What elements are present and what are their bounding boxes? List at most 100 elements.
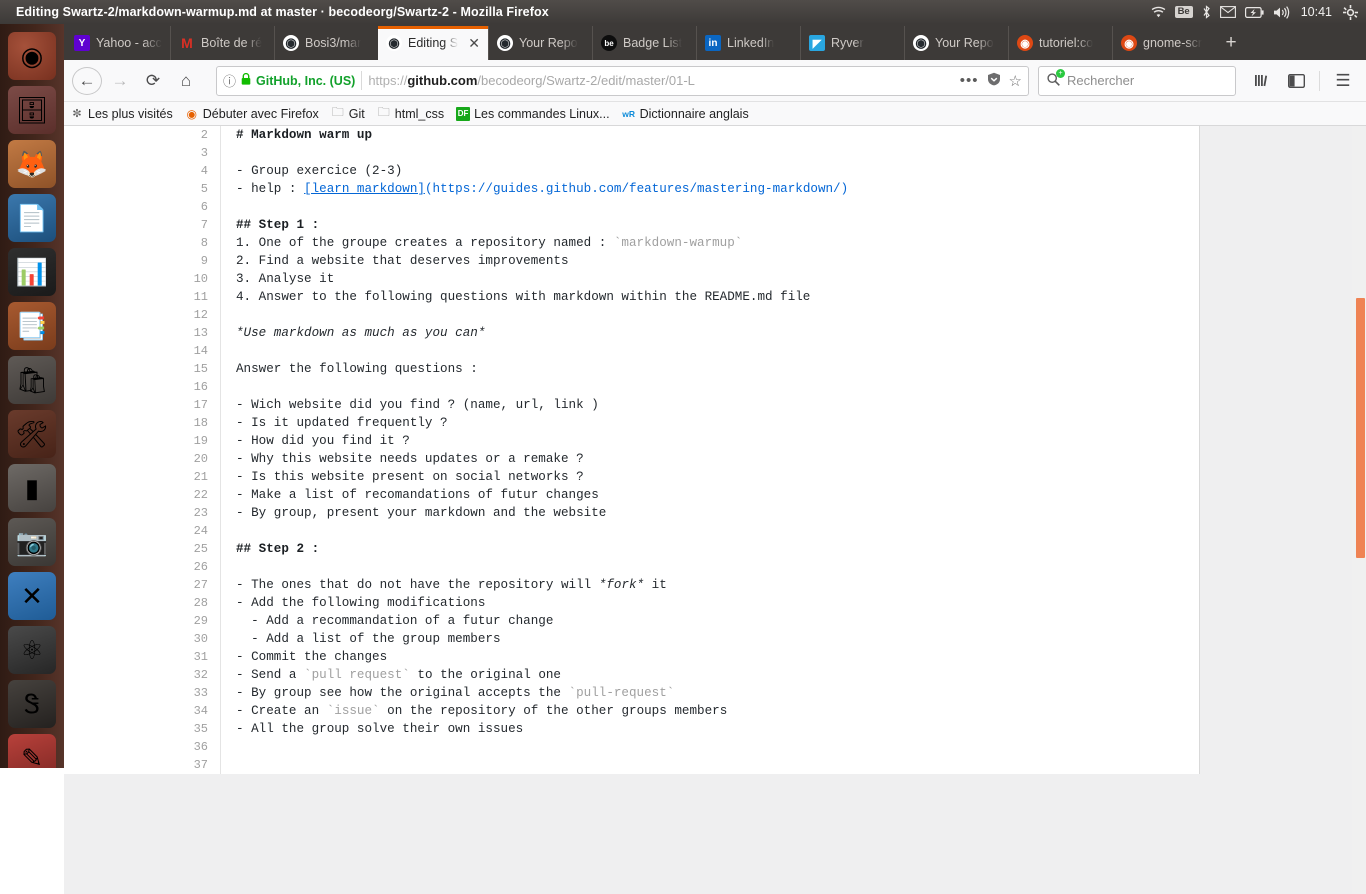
code-line[interactable]: 21 - Is this website present on social ne… — [64, 468, 1199, 486]
code-line[interactable]: 26 — [64, 558, 1199, 576]
code-line[interactable]: 17 - Wich website did you find ? (name, u… — [64, 396, 1199, 414]
browser-tab[interactable]: Y Yahoo - acc — [66, 26, 170, 60]
launcher-item-visual-studio-code[interactable]: ✕ — [8, 572, 56, 620]
code-line[interactable]: 7 ## Step 1 : — [64, 216, 1199, 234]
bookmark-item[interactable]: wR Dictionnaire anglais — [622, 107, 748, 121]
code-line[interactable]: 5 - help : [learn markdown](https://guide… — [64, 180, 1199, 198]
code-line[interactable]: 9 2. Find a website that deserves improve… — [64, 252, 1199, 270]
bookmark-item[interactable]: 🗀 html_css — [377, 105, 444, 121]
browser-tab[interactable]: be Badge List — [592, 26, 696, 60]
browser-tab-active[interactable]: ◉ Editing S ✕ — [378, 26, 488, 60]
browser-tab[interactable]: ◉ gnome-scr — [1112, 26, 1216, 60]
code-line[interactable]: 24 — [64, 522, 1199, 540]
gear-icon[interactable] — [1343, 0, 1358, 24]
code-editor[interactable]: 2 # Markdown warm up 3 4- Group exercice (2… — [64, 126, 1199, 774]
launcher-item-system-settings[interactable]: 🛠 — [8, 410, 56, 458]
bluetooth-icon[interactable] — [1202, 0, 1211, 24]
code-line[interactable]: 23 - By group, present your markdown and … — [64, 504, 1199, 522]
bookmark-item[interactable]: ✼ Les plus visités — [70, 107, 172, 121]
browser-tab[interactable]: M Boîte de ré — [170, 26, 274, 60]
bookmark-item[interactable]: 🗀 Git — [331, 105, 365, 121]
browser-tab[interactable]: ◉ tutoriel:co — [1008, 26, 1112, 60]
github-icon: ◉ — [386, 35, 402, 51]
launcher-item-firefox[interactable]: 🦊 — [8, 140, 56, 188]
code-line[interactable]: 20 - Why this website needs updates or a … — [64, 450, 1199, 468]
code-line[interactable]: 27 - The ones that do not have the reposi… — [64, 576, 1199, 594]
code-line[interactable]: 10 3. Analyse it — [64, 270, 1199, 288]
page-scrollbar[interactable] — [1352, 126, 1366, 894]
code-line[interactable]: 18 - Is it updated frequently ? — [64, 414, 1199, 432]
launcher-item-libreoffice-impress[interactable]: 📑 — [8, 302, 56, 350]
site-identity-block[interactable]: ⓘ GitHub, Inc. (US) — [223, 71, 363, 90]
code-line[interactable]: 4 - Group exercice (2-3) — [64, 162, 1199, 180]
code-line[interactable]: 31 - Commit the changes — [64, 648, 1199, 666]
code-line[interactable]: 2 # Markdown warm up — [64, 126, 1199, 144]
launcher-item-sublime-text[interactable]: Ꮥ — [8, 680, 56, 728]
launcher-item-camera[interactable]: 📷 — [8, 518, 56, 566]
new-tab-button[interactable]: + — [1216, 26, 1246, 60]
clock[interactable]: 10:41 — [1299, 5, 1334, 19]
browser-tab[interactable]: ◉ Your Repo — [904, 26, 1008, 60]
url-text[interactable]: https://github.com/becodeorg/Swartz-2/ed… — [368, 73, 947, 88]
launcher-item-atom[interactable]: ⚛ — [8, 626, 56, 674]
reload-button[interactable]: ⟳ — [138, 66, 168, 96]
launcher-item-files[interactable]: 🗄 — [8, 86, 56, 134]
browser-tab[interactable]: ◉ Your Repo — [488, 26, 592, 60]
code-line[interactable]: 13 *Use markdown as much as you can* — [64, 324, 1199, 342]
code-line[interactable]: 29 - Add a recommandation of a futur cha… — [64, 612, 1199, 630]
code-line[interactable]: 3 — [64, 144, 1199, 162]
mail-icon[interactable] — [1219, 0, 1236, 24]
bookmark-item[interactable]: DF Les commandes Linux... — [456, 106, 610, 121]
browser-tab[interactable]: in LinkedIn — [696, 26, 800, 60]
code-line[interactable]: 36 — [64, 738, 1199, 756]
code-line[interactable]: 30 - Add a list of the group members — [64, 630, 1199, 648]
library-icon[interactable] — [1247, 66, 1277, 96]
wifi-icon[interactable] — [1151, 0, 1166, 24]
launcher-item-libreoffice-writer[interactable]: 📄 — [8, 194, 56, 242]
code-line[interactable]: 25 ## Step 2 : — [64, 540, 1199, 558]
browser-tab[interactable]: ◤ Ryver — [800, 26, 904, 60]
pocket-icon[interactable] — [987, 72, 1001, 89]
add-search-engine-icon[interactable]: + — [1056, 68, 1065, 78]
search-bar[interactable]: + Rechercher — [1038, 65, 1236, 96]
launcher-item-ubuntu-software[interactable]: 🛍 — [8, 356, 56, 404]
volume-icon[interactable] — [1273, 0, 1290, 24]
code-line[interactable]: 16 — [64, 378, 1199, 396]
battery-charging-icon[interactable] — [1244, 0, 1264, 24]
code-line[interactable]: 32 - Send a `pull request` to the origina… — [64, 666, 1199, 684]
code-line[interactable]: 8 1. One of the groupe creates a reposito… — [64, 234, 1199, 252]
code-line[interactable]: 35 - All the group solve their own issues — [64, 720, 1199, 738]
code-line[interactable]: 34 - Create an `issue` on the repository … — [64, 702, 1199, 720]
code-line[interactable]: 28 - Add the following modifications — [64, 594, 1199, 612]
code-line[interactable]: 12 — [64, 306, 1199, 324]
address-bar[interactable]: ⓘ GitHub, Inc. (US) https://github.com/b… — [216, 65, 1029, 96]
close-icon[interactable]: ✕ — [468, 36, 480, 50]
code-line[interactable]: 15 Answer the following questions : — [64, 360, 1199, 378]
launcher-item-text-editor[interactable]: ✎ — [8, 734, 56, 768]
code-line[interactable]: 37 — [64, 756, 1199, 774]
code-line[interactable]: 33 - By group see how the original accept… — [64, 684, 1199, 702]
code-line[interactable]: 14 — [64, 342, 1199, 360]
launcher-item-libreoffice-calc[interactable]: 📊 — [8, 248, 56, 296]
keyboard-layout-indicator[interactable]: Be — [1174, 0, 1193, 24]
search-input[interactable]: Rechercher — [1067, 73, 1134, 88]
sidebar-icon[interactable] — [1281, 66, 1311, 96]
forward-button[interactable]: → — [105, 66, 135, 96]
code-line[interactable]: 19 - How did you find it ? — [64, 432, 1199, 450]
scrollbar-thumb[interactable] — [1356, 298, 1365, 558]
line-number: 37 — [193, 758, 208, 772]
app-menu-button[interactable]: ☰ — [1328, 66, 1358, 96]
code-line[interactable]: 22 - Make a list of recomandations of fut… — [64, 486, 1199, 504]
bookmark-star-icon[interactable]: ☆ — [1009, 72, 1022, 90]
line-number: 18 — [193, 416, 208, 430]
back-button[interactable]: ← — [72, 66, 102, 95]
launcher-item-terminal[interactable]: ▮ — [8, 464, 56, 512]
browser-tab[interactable]: ◉ Bosi3/mar — [274, 26, 378, 60]
launcher-item-ubuntu-dash[interactable]: ◉ — [8, 32, 56, 80]
home-button[interactable]: ⌂ — [171, 66, 201, 96]
page-actions-icon[interactable]: ••• — [960, 72, 979, 89]
bookmark-item[interactable]: ◉ Débuter avec Firefox — [185, 107, 319, 121]
page-info-icon[interactable]: ⓘ — [223, 71, 236, 90]
code-line[interactable]: 6 — [64, 198, 1199, 216]
code-line[interactable]: 11 4. Answer to the following questions w… — [64, 288, 1199, 306]
